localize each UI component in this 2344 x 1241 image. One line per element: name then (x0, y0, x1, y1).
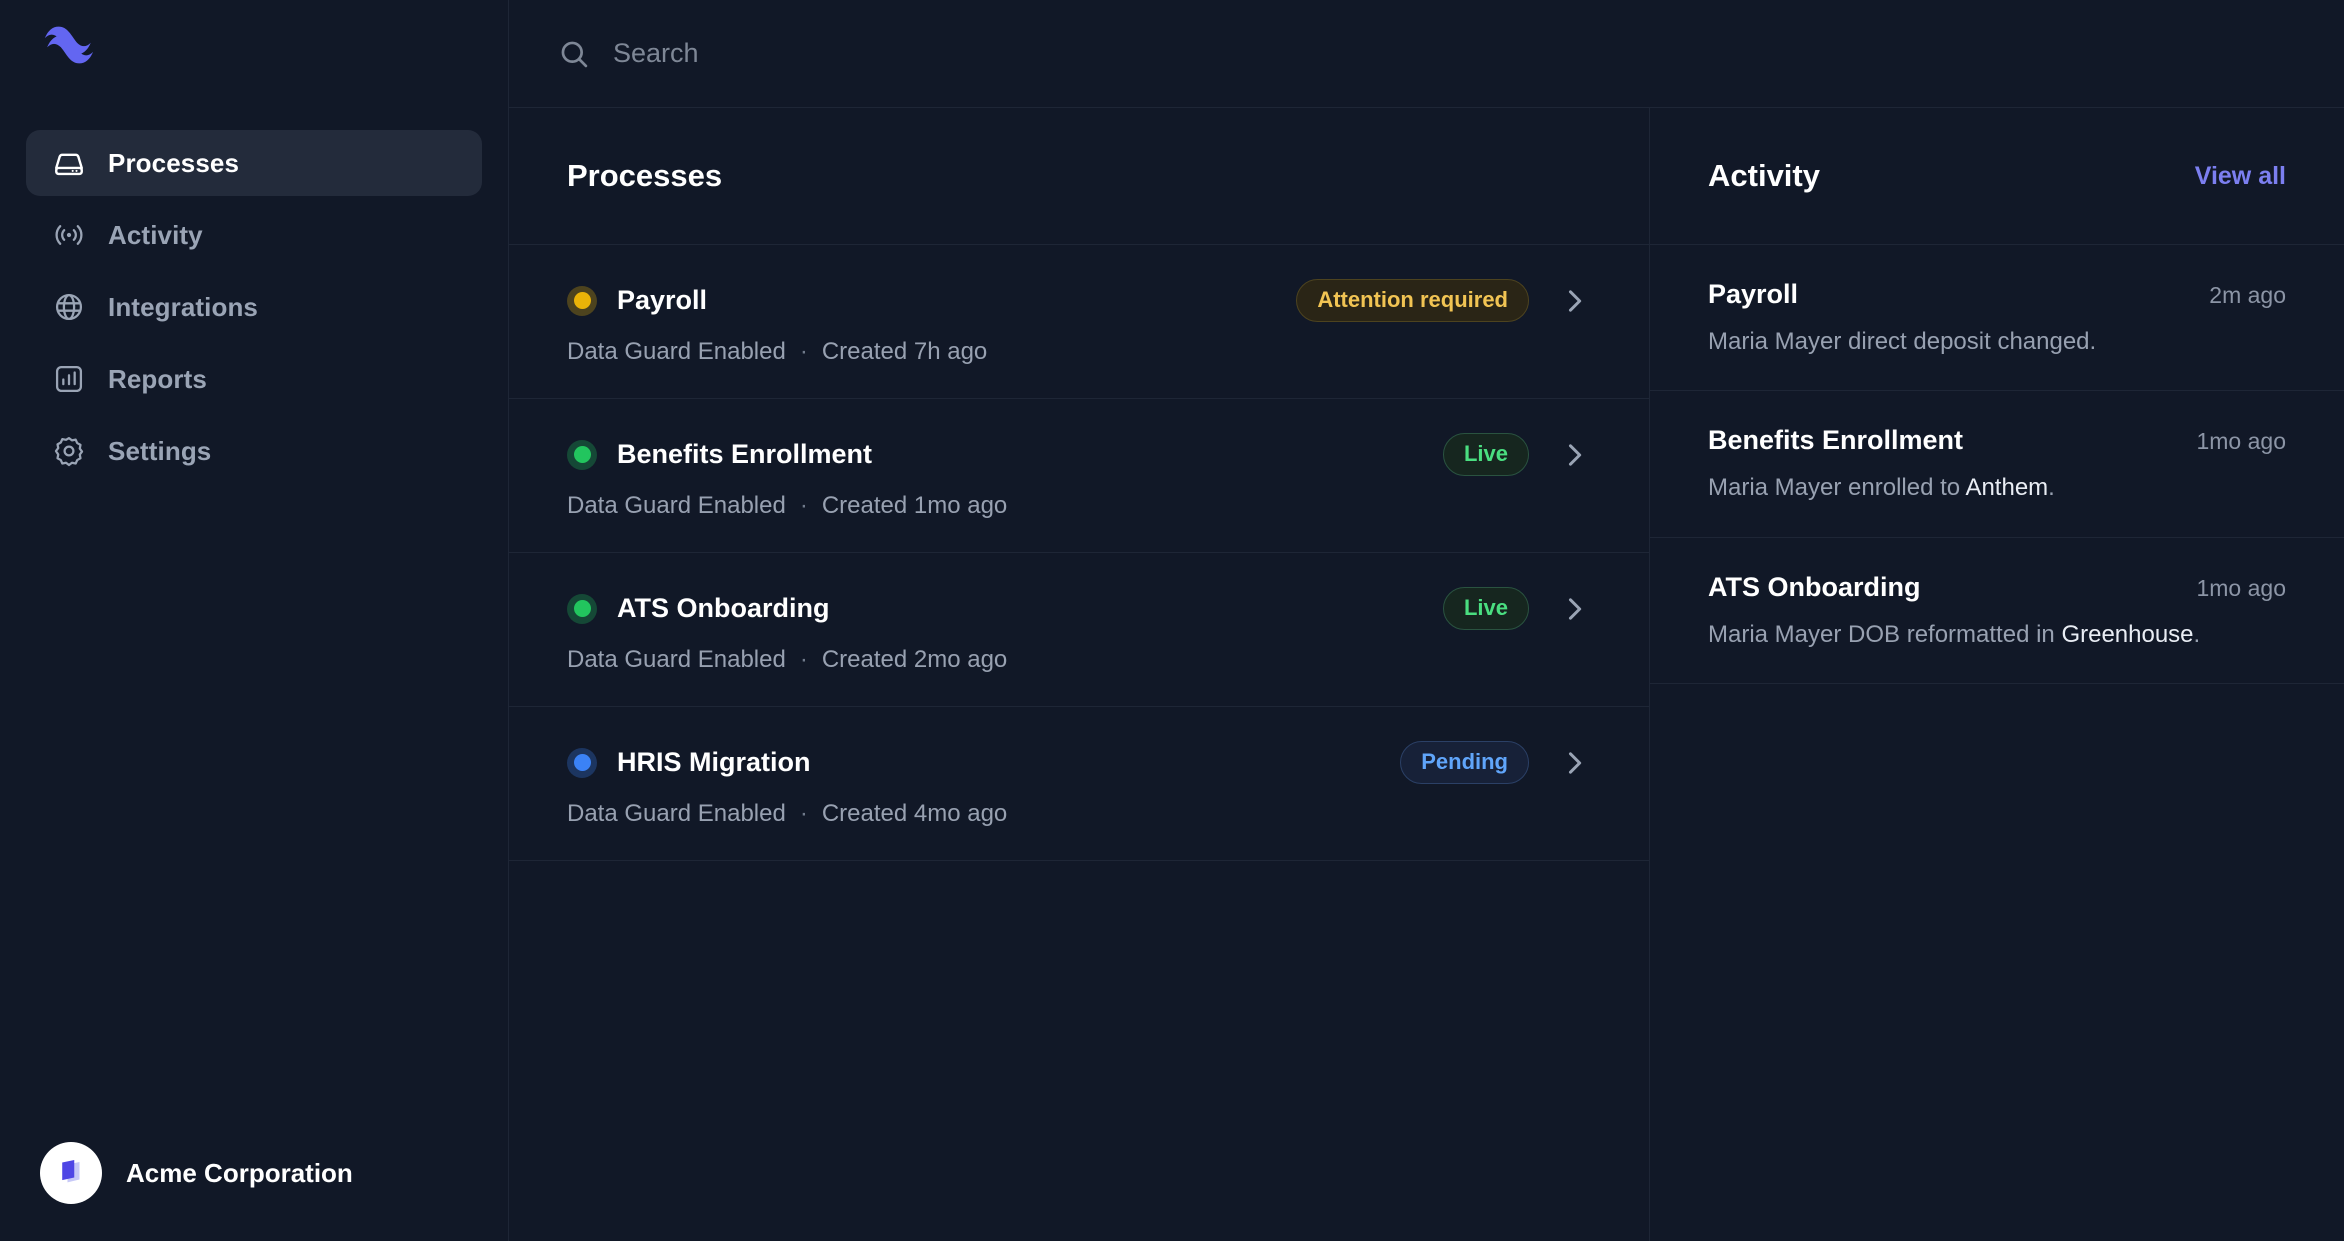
process-guard-status: Data Guard Enabled (567, 492, 786, 519)
search-icon (557, 37, 591, 71)
view-all-link[interactable]: View all (2195, 162, 2286, 191)
activity-item-title: Benefits Enrollment (1708, 425, 1964, 456)
sidebar-item-label: Settings (108, 435, 212, 466)
search-input[interactable] (613, 30, 2296, 77)
sidebar-item-label: Activity (108, 219, 203, 250)
status-dot-icon (567, 285, 597, 316)
activity-desc-after: . (2048, 474, 2055, 502)
processes-header: Processes (509, 108, 1649, 245)
activity-item-title: Payroll (1708, 279, 1799, 309)
status-badge: Attention required (1296, 279, 1529, 322)
status-dot-icon (567, 747, 597, 778)
meta-separator: · (799, 800, 808, 827)
chevron-right-icon[interactable] (1557, 746, 1591, 780)
activity-description: Maria Mayer DOB reformatted in Greenhous… (1708, 619, 2286, 651)
org-switcher[interactable]: Acme Corporation (0, 1105, 508, 1241)
globe-icon (52, 290, 86, 324)
activity-desc-before: Maria Mayer DOB reformatted in (1708, 620, 2062, 648)
sidebar-nav: Processes Activity Integrations Reports … (0, 108, 508, 484)
process-name: Benefits Enrollment (617, 439, 873, 469)
activity-timestamp: 1mo ago (2196, 428, 2286, 455)
activity-panel: Activity View all Payroll 2m ago Maria May… (1650, 108, 2344, 1241)
process-created: Created 4mo ago (821, 800, 1008, 827)
status-badge: Pending (1400, 741, 1529, 784)
status-dot-icon (567, 439, 597, 470)
activity-desc-before: Maria Mayer enrolled to (1708, 474, 1966, 502)
status-dot-icon (567, 593, 597, 624)
process-created: Created 2mo ago (821, 646, 1008, 673)
activity-row[interactable]: Benefits Enrollment 1mo ago Maria Mayer en… (1650, 391, 2344, 538)
process-created: Created 1mo ago (821, 492, 1008, 519)
process-guard-status: Data Guard Enabled (567, 800, 786, 827)
activity-description: Maria Mayer direct deposit changed. (1708, 326, 2286, 358)
meta-separator: · (799, 338, 808, 365)
activity-timestamp: 2m ago (2209, 282, 2286, 308)
activity-list: Payroll 2m ago Maria Mayer direct deposit … (1650, 245, 2344, 685)
sidebar-item-label: Processes (108, 147, 240, 178)
status-badge: Live (1442, 587, 1529, 630)
sidebar-item-label: Integrations (108, 291, 258, 322)
process-row[interactable]: HRIS Migration Pending Data Guard Enabled ·… (509, 707, 1649, 861)
process-row[interactable]: ATS Onboarding Live Data Guard Enabled · Cre… (509, 553, 1649, 707)
meta-separator: · (799, 646, 808, 673)
processes-panel: Processes Payroll Attention required Data … (509, 108, 1650, 1241)
chevron-right-icon[interactable] (1557, 438, 1591, 472)
process-row[interactable]: Benefits Enrollment Live Data Guard Enable… (509, 399, 1649, 553)
sidebar-item-label: Reports (108, 363, 207, 394)
process-created: Created 7h ago (821, 338, 988, 365)
activity-timestamp: 1mo ago (2196, 574, 2286, 601)
process-name: Payroll (617, 285, 708, 315)
activity-desc-after: . (2193, 620, 2201, 648)
chevron-right-icon[interactable] (1557, 592, 1591, 626)
activity-row[interactable]: Payroll 2m ago Maria Mayer direct deposit … (1650, 245, 2344, 392)
sidebar-item-reports[interactable]: Reports (26, 346, 482, 412)
activity-item-title: ATS Onboarding (1708, 571, 1921, 602)
processes-list: Payroll Attention required Data Guard Enab… (509, 245, 1649, 861)
app-root: Processes Activity Integrations Reports … (0, 0, 2344, 1241)
hard-drive-icon (52, 146, 86, 180)
avatar (40, 1142, 102, 1204)
activity-entity: Anthem (1965, 474, 2049, 502)
activity-entity: Greenhouse (2061, 620, 2194, 648)
bar-chart-square-icon (52, 362, 86, 396)
sidebar-item-integrations[interactable]: Integrations (26, 274, 482, 340)
process-row[interactable]: Payroll Attention required Data Guard Enab… (509, 245, 1649, 399)
process-name: HRIS Migration (617, 747, 811, 777)
activity-description: Maria Mayer enrolled to Anthem. (1708, 472, 2286, 504)
activity-header: Activity View all (1650, 108, 2344, 245)
activity-title: Activity (1708, 158, 1820, 193)
status-badge: Live (1442, 433, 1529, 476)
layered-cards-icon (62, 1159, 80, 1183)
sidebar: Processes Activity Integrations Reports … (0, 0, 509, 1241)
activity-desc-before: Maria Mayer direct deposit changed. (1708, 328, 2097, 355)
activity-row[interactable]: ATS Onboarding 1mo ago Maria Mayer DOB ref… (1650, 538, 2344, 685)
content-row: Processes Payroll Attention required Data … (509, 108, 2344, 1241)
sidebar-item-settings[interactable]: Settings (26, 418, 482, 484)
org-name: Acme Corporation (126, 1157, 353, 1188)
signal-waves-icon (52, 218, 86, 252)
chevron-right-icon[interactable] (1557, 284, 1591, 318)
gear-icon (52, 434, 86, 468)
wave-logo-icon (44, 26, 94, 64)
page-title: Processes (567, 158, 723, 193)
app-logo[interactable] (0, 0, 508, 108)
sidebar-item-processes[interactable]: Processes (26, 130, 482, 196)
process-guard-status: Data Guard Enabled (567, 646, 786, 673)
meta-separator: · (799, 492, 808, 519)
process-guard-status: Data Guard Enabled (567, 338, 786, 365)
sidebar-item-activity[interactable]: Activity (26, 202, 482, 268)
process-name: ATS Onboarding (617, 593, 830, 623)
top-search-bar (509, 0, 2344, 108)
main-area: Processes Payroll Attention required Data … (509, 0, 2344, 1241)
